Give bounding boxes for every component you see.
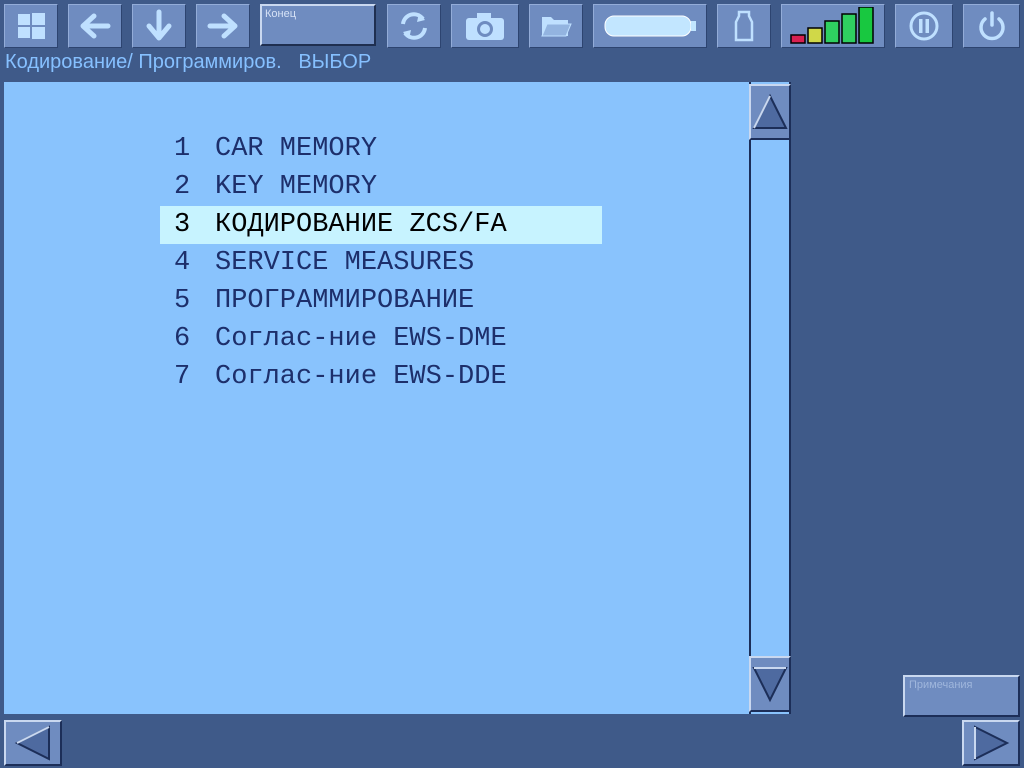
menu-item-label: KEY MEMORY <box>215 172 378 202</box>
connector-icon <box>734 10 754 42</box>
camera-icon <box>466 13 504 40</box>
signal-indicator <box>781 4 885 48</box>
end-label: Конец <box>265 8 297 20</box>
signal-icon <box>790 7 874 44</box>
arrow-right-icon <box>207 13 238 39</box>
menu-item-label: ПРОГРАММИРОВАНИЕ <box>215 286 475 316</box>
signal-bar <box>807 27 823 44</box>
triangle-down-icon <box>752 667 788 703</box>
scroll-up-button[interactable] <box>749 84 791 140</box>
menu-item-1[interactable]: 1 CAR MEMORY <box>160 130 602 168</box>
menu-item-label: Соглас-ние EWS-DME <box>215 324 507 354</box>
open-folder-button[interactable] <box>529 4 583 48</box>
menu-item-3[interactable]: 3 КОДИРОВАНИЕ ZCS/FA <box>160 206 602 244</box>
signal-bar <box>858 7 874 44</box>
menu-item-7[interactable]: 7 Соглас-ние EWS-DDE <box>160 358 602 396</box>
next-page-button[interactable] <box>962 720 1020 766</box>
prev-page-button[interactable] <box>4 720 62 766</box>
refresh-icon <box>401 12 427 40</box>
signal-bar <box>841 13 857 44</box>
signal-bar <box>790 34 806 44</box>
menu-item-2[interactable]: 2 KEY MEMORY <box>160 168 602 206</box>
windows-button[interactable] <box>4 4 58 48</box>
pause-icon <box>909 11 939 41</box>
menu-item-label: Соглас-ние EWS-DDE <box>215 362 507 392</box>
menu-item-number: 4 <box>174 248 191 278</box>
menu-item-number: 7 <box>174 362 191 392</box>
menu-item-4[interactable]: 4 SERVICE MEASURES <box>160 244 602 282</box>
menu-item-label: CAR MEMORY <box>215 134 378 164</box>
scrollbar-track[interactable] <box>749 82 791 714</box>
power-icon <box>978 11 1005 41</box>
notes-button[interactable]: Примечания <box>903 675 1020 717</box>
pause-button[interactable] <box>895 4 953 48</box>
signal-bar <box>824 20 840 44</box>
menu-item-number: 1 <box>174 134 191 164</box>
refresh-button[interactable] <box>387 4 441 48</box>
triangle-up-icon <box>752 93 788 129</box>
menu-item-number: 2 <box>174 172 191 202</box>
menu-item-number: 6 <box>174 324 191 354</box>
battery-indicator <box>593 4 707 48</box>
connector-indicator <box>717 4 771 48</box>
forward-button[interactable] <box>196 4 250 48</box>
windows-icon <box>18 13 45 39</box>
triangle-right-icon <box>974 725 1010 761</box>
arrow-down-icon <box>146 9 172 41</box>
screenshot-button[interactable] <box>451 4 519 48</box>
breadcrumb: Кодирование/ Программиров. ВЫБОР <box>5 51 372 73</box>
menu-item-label: КОДИРОВАНИЕ ZCS/FA <box>215 210 507 240</box>
menu-item-number: 5 <box>174 286 191 316</box>
battery-icon <box>604 15 696 37</box>
end-field[interactable]: Конец <box>260 4 376 46</box>
triangle-left-icon <box>14 725 50 761</box>
menu-item-5[interactable]: 5 ПРОГРАММИРОВАНИЕ <box>160 282 602 320</box>
menu-item-6[interactable]: 6 Соглас-ние EWS-DME <box>160 320 602 358</box>
down-button[interactable] <box>132 4 186 48</box>
back-button[interactable] <box>68 4 122 48</box>
folder-icon <box>541 17 572 37</box>
menu-item-label: SERVICE MEASURES <box>215 248 475 278</box>
notes-label: Примечания <box>909 679 973 691</box>
selection-menu: 1 CAR MEMORY 2 KEY MEMORY 3 КОДИРОВАНИЕ ZCS/F… <box>160 130 602 396</box>
power-button[interactable] <box>963 4 1020 48</box>
scroll-down-button[interactable] <box>749 656 791 712</box>
menu-item-number: 3 <box>174 210 191 240</box>
arrow-left-icon <box>80 13 111 39</box>
